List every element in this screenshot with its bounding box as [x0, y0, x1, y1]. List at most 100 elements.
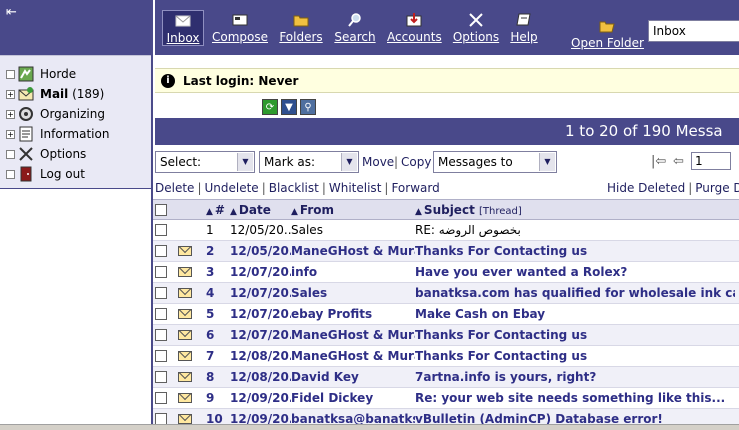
top-toolbar: Inbox Compose Folders Search Accounts Op…: [155, 0, 739, 55]
message-subject[interactable]: Thanks For Contacting us: [415, 328, 735, 342]
expand-icon[interactable]: +: [6, 89, 15, 99]
tree-leaf-icon: [6, 149, 15, 159]
message-number: 6: [206, 328, 215, 342]
message-from[interactable]: info: [291, 265, 415, 279]
message-subject[interactable]: banatksa.com has qualified for wholesale…: [415, 286, 735, 300]
inbox-button[interactable]: Inbox: [162, 10, 204, 46]
horde-icon: [17, 66, 34, 83]
unread-envelope-icon: [178, 309, 192, 319]
sidebar-item-mail[interactable]: + Mail (189): [0, 84, 151, 104]
move-link[interactable]: Move: [362, 155, 394, 169]
message-subject[interactable]: Thanks For Contacting us: [415, 244, 735, 258]
hide-deleted-link[interactable]: Hide Deleted: [607, 181, 685, 195]
help-button[interactable]: Help: [509, 10, 539, 46]
folders-button[interactable]: Folders: [279, 10, 323, 46]
mailbox-tools: ⟳ ▼ ⚲: [262, 99, 316, 117]
open-folder-button[interactable]: Open Folder: [571, 16, 644, 52]
table-row[interactable]: 5 12/07/20...ebay ProfitsMake Cash on Eba…: [153, 304, 739, 325]
sidebar-item-information[interactable]: + Information: [0, 124, 151, 144]
table-row[interactable]: 6 12/07/20...ManeGHost & Mura...Thanks Fo…: [153, 325, 739, 346]
message-number: 2: [206, 244, 215, 258]
sort-from-header[interactable]: ▲ From: [291, 203, 415, 217]
row-checkbox[interactable]: [154, 266, 167, 278]
sort-number-header[interactable]: ▲ #: [202, 203, 230, 217]
row-checkbox[interactable]: [154, 392, 167, 404]
login-message-bar: i Last login: Never: [155, 68, 739, 93]
row-checkbox[interactable]: [154, 371, 167, 383]
message-subject[interactable]: Make Cash on Ebay: [415, 307, 735, 321]
message-number: 7: [206, 349, 215, 363]
table-row[interactable]: 4 12/07/20...Salesbanatksa.com has qualif…: [153, 283, 739, 304]
sidebar-item-logout[interactable]: Log out: [0, 164, 151, 184]
select-dropdown[interactable]: Select: ▼: [155, 151, 255, 173]
message-date: 12/09/20...: [230, 391, 291, 405]
collapse-sidebar-icon[interactable]: ⇤: [6, 6, 20, 20]
purge-deleted-link[interactable]: Purge De: [695, 181, 739, 195]
message-date: 12/07/20...: [230, 307, 291, 321]
delete-link[interactable]: Delete: [155, 181, 194, 195]
sidebar-item-organizing[interactable]: + Organizing: [0, 104, 151, 124]
sidebar-header: ⇤: [0, 0, 151, 55]
unread-envelope-icon: [178, 267, 192, 277]
message-subject[interactable]: Re: your web site needs something like t…: [415, 391, 735, 405]
table-row[interactable]: 8 12/08/20...David Key7artna.info is your…: [153, 367, 739, 388]
message-number: 5: [206, 307, 215, 321]
accounts-button[interactable]: Accounts: [387, 10, 442, 46]
search-button[interactable]: Search: [334, 10, 376, 46]
message-from[interactable]: David Key: [291, 370, 415, 384]
copy-link[interactable]: Copy: [401, 155, 431, 169]
message-subject[interactable]: 7artna.info is yours, right?: [415, 370, 735, 384]
sidebar-item-options[interactable]: Options: [0, 144, 151, 164]
message-from[interactable]: Fidel Dickey: [291, 391, 415, 405]
tree-leaf-icon: [6, 169, 15, 179]
folder-select[interactable]: Inbox: [648, 20, 739, 42]
expand-icon[interactable]: +: [6, 109, 15, 119]
blacklist-link[interactable]: Blacklist: [269, 181, 319, 195]
previous-page-icon[interactable]: ⇦: [673, 154, 684, 169]
row-checkbox[interactable]: [154, 245, 167, 257]
message-date: 12/05/20...: [230, 244, 291, 258]
message-from[interactable]: ManeGHost & Mura...: [291, 328, 415, 342]
message-subject[interactable]: Have you ever wanted a Rolex?: [415, 265, 735, 279]
forward-link[interactable]: Forward: [391, 181, 439, 195]
message-from[interactable]: ebay Profits: [291, 307, 415, 321]
sidebar: ⇤ Horde + Mail (189) + Organizing + Info…: [0, 0, 153, 430]
compose-button[interactable]: Compose: [212, 10, 268, 46]
sort-date-header[interactable]: ▲ Date: [230, 203, 291, 217]
message-subject[interactable]: RE: بخصوص الروضه: [415, 223, 735, 237]
table-row[interactable]: 2 12/05/20...ManeGHost & Mura...Thanks Fo…: [153, 241, 739, 262]
filter-icon[interactable]: ▼: [281, 99, 297, 115]
options-button[interactable]: Options: [452, 10, 500, 46]
table-row[interactable]: 7 12/08/20...ManeGHost & Mura...Thanks Fo…: [153, 346, 739, 367]
select-all-checkbox[interactable]: [154, 203, 167, 216]
row-checkbox[interactable]: [154, 329, 167, 341]
mark-as-dropdown[interactable]: Mark as: ▼: [259, 151, 359, 173]
sort-subject-header[interactable]: ▲ Subject [Thread]: [415, 203, 735, 217]
message-from[interactable]: ManeGHost & Mura...: [291, 349, 415, 363]
row-checkbox[interactable]: [154, 224, 167, 236]
expand-icon[interactable]: +: [6, 129, 15, 139]
messages-to-dropdown[interactable]: Messages to ▼: [433, 151, 557, 173]
options-icon: [469, 13, 483, 27]
table-row[interactable]: 3 12/07/20...infoHave you ever wanted a R…: [153, 262, 739, 283]
refresh-icon[interactable]: ⟳: [262, 99, 278, 115]
message-subject[interactable]: Thanks For Contacting us: [415, 349, 735, 363]
sidebar-menu: Horde + Mail (189) + Organizing + Inform…: [0, 55, 151, 189]
row-checkbox[interactable]: [154, 308, 167, 320]
message-from[interactable]: Sales: [291, 286, 415, 300]
message-from[interactable]: Sales: [291, 223, 415, 237]
whitelist-link[interactable]: Whitelist: [329, 181, 382, 195]
search-mailbox-icon[interactable]: ⚲: [300, 99, 316, 115]
sidebar-item-horde[interactable]: Horde: [0, 64, 151, 84]
first-page-icon[interactable]: |⇦: [651, 154, 666, 169]
row-checkbox[interactable]: [154, 350, 167, 362]
message-actions: Delete | Undelete | Blacklist | Whitelist | Forw…: [155, 181, 739, 197]
thread-view-link[interactable]: [Thread]: [479, 206, 522, 217]
page-number-input[interactable]: 1: [691, 152, 731, 170]
table-row[interactable]: 9 12/09/20...Fidel DickeyRe: your web sit…: [153, 388, 739, 409]
undelete-link[interactable]: Undelete: [204, 181, 258, 195]
table-row[interactable]: 1 12/05/20... Sales RE: بخصوص الروضه: [153, 220, 739, 241]
row-checkbox[interactable]: [154, 287, 167, 299]
message-date: 12/07/20...: [230, 286, 291, 300]
message-from[interactable]: ManeGHost & Mura...: [291, 244, 415, 258]
